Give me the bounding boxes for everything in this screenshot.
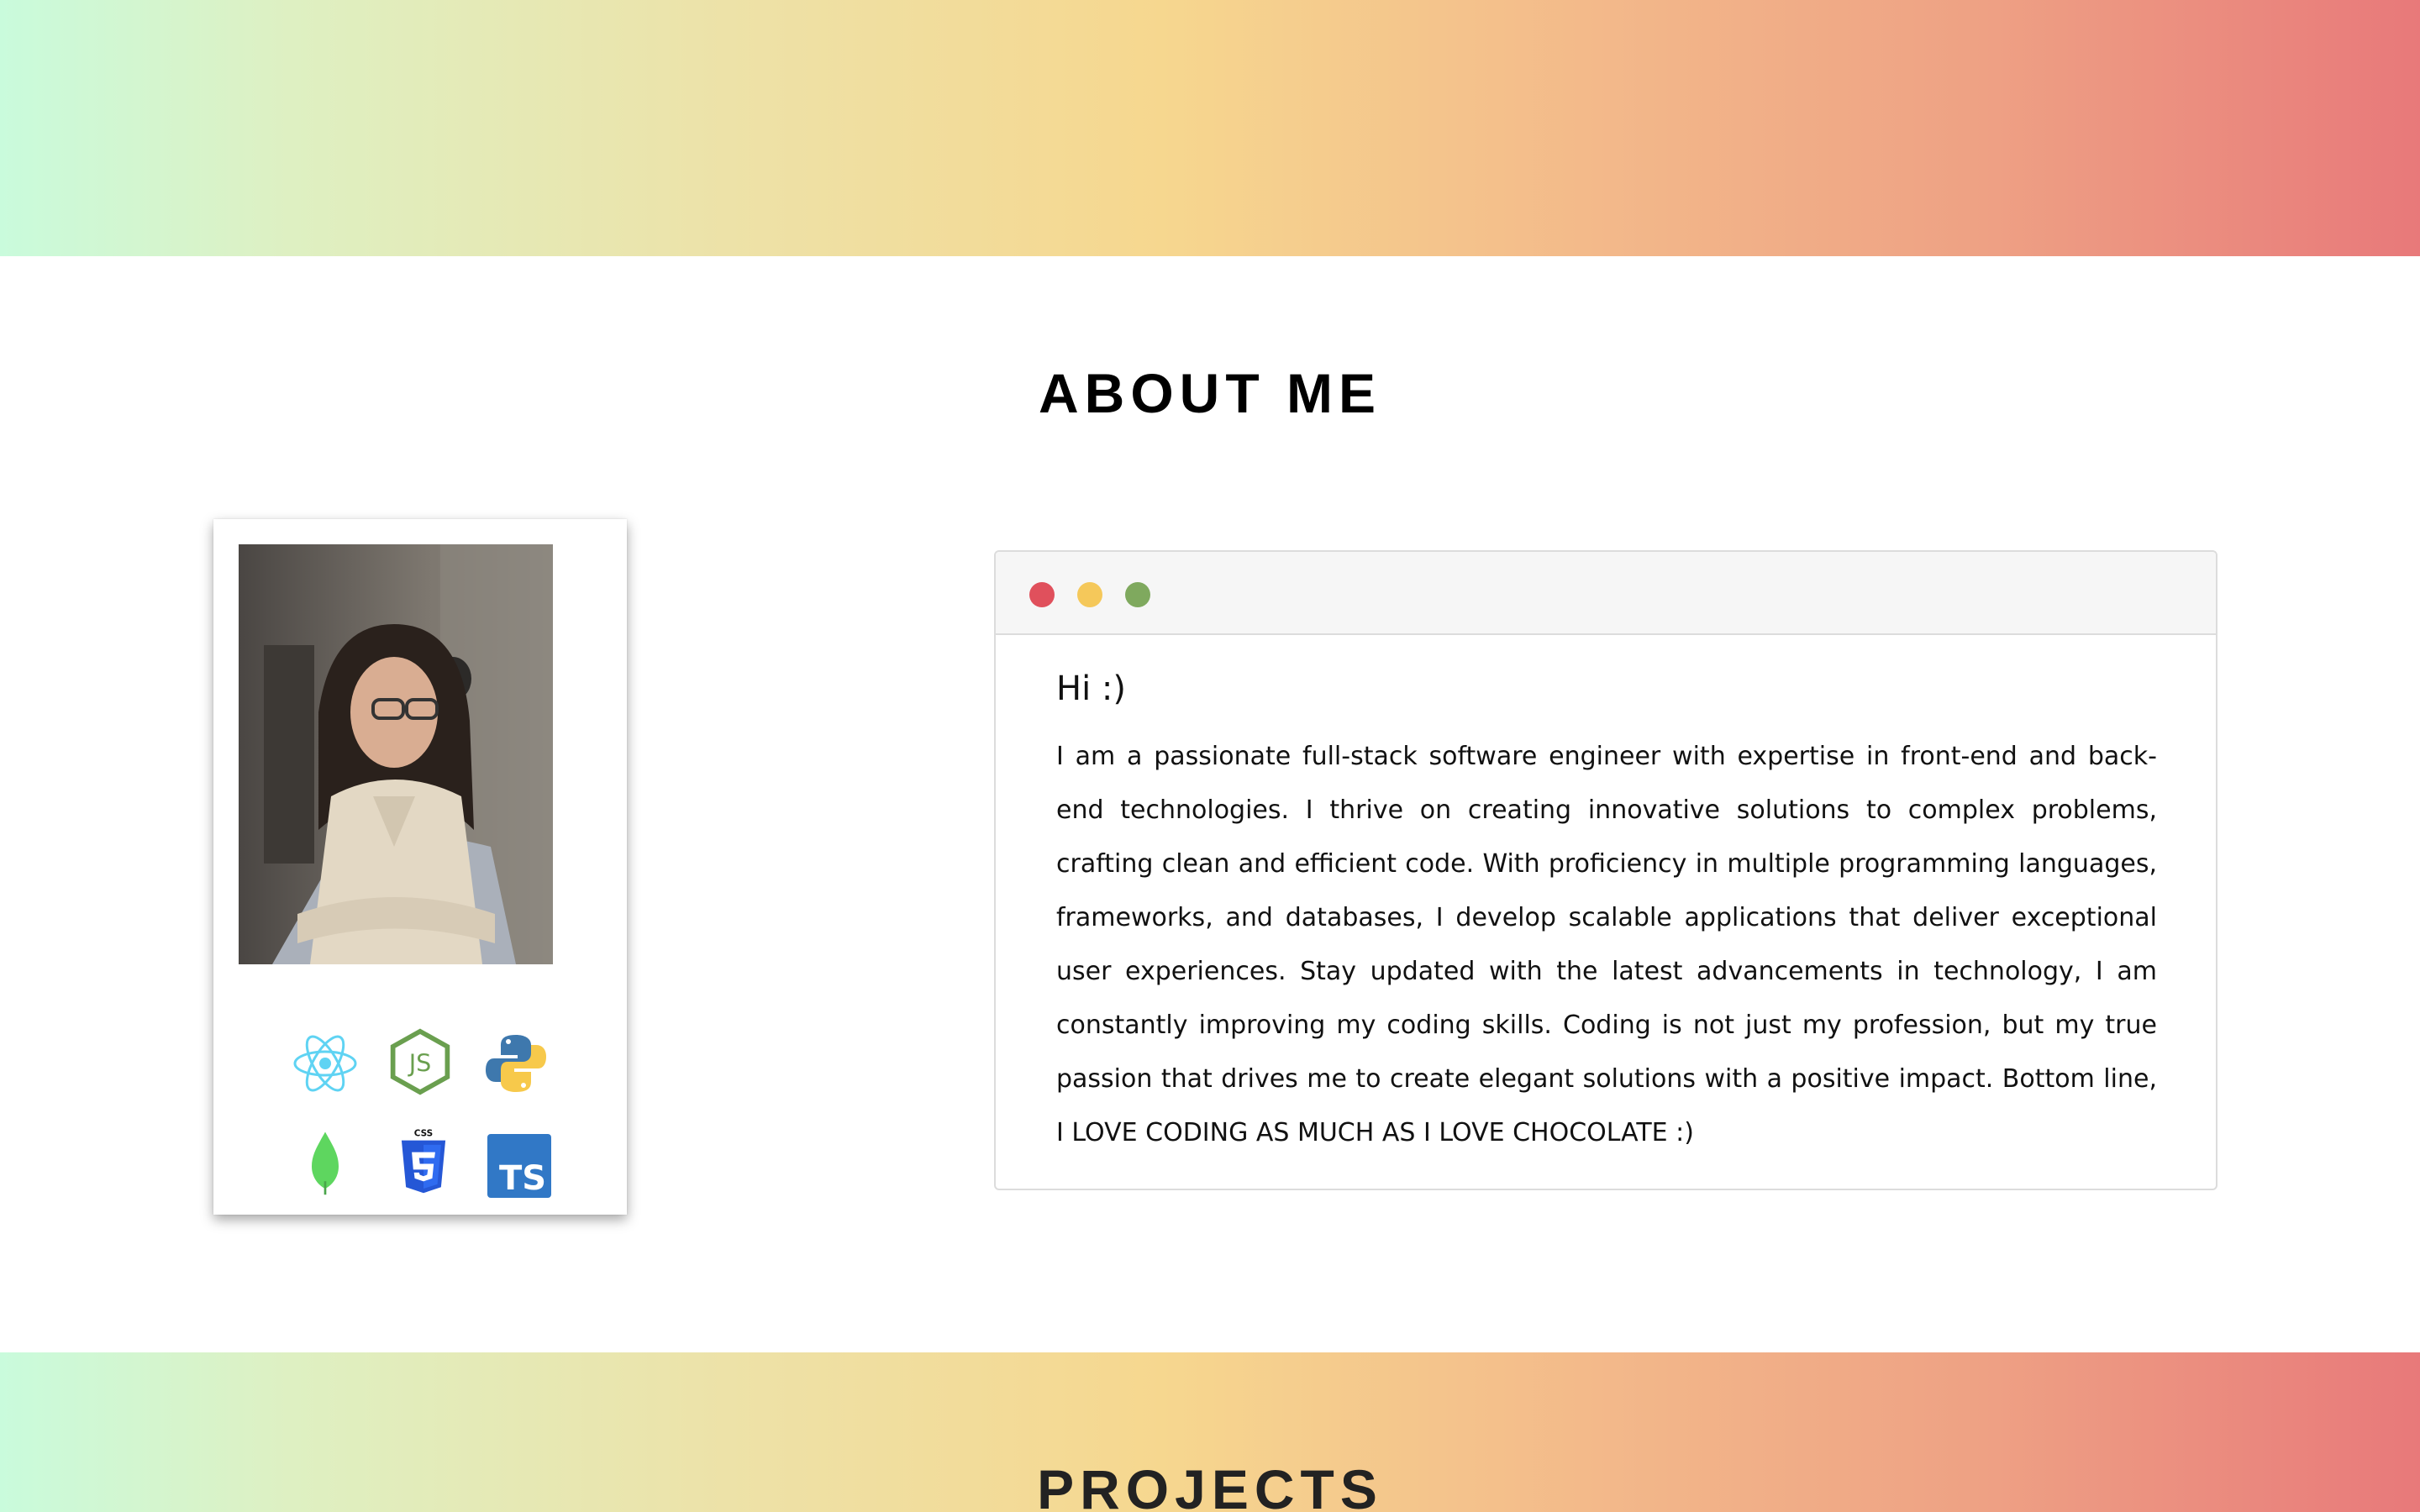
python-icon [486, 1035, 546, 1092]
svg-text:TS: TS [499, 1159, 546, 1198]
svg-text:CSS: CSS [414, 1128, 433, 1138]
window-titlebar [996, 552, 2216, 635]
nodejs-icon: JS [390, 1028, 450, 1095]
bio-paragraph: I am a passionate full-stack software en… [1056, 742, 2157, 1147]
about-section-title: ABOUT ME [1039, 362, 1381, 424]
greeting-text: Hi :) [1056, 669, 1126, 708]
window-minimize-dot[interactable] [1077, 582, 1102, 607]
svg-text:JS: JS [408, 1048, 432, 1077]
profile-card: JS CSS TS [213, 519, 627, 1215]
about-window: Hi :) I am a passionate full-stack softw… [994, 550, 2217, 1190]
top-gradient-banner [0, 0, 2420, 256]
css3-icon: CSS [401, 1128, 446, 1194]
react-icon [293, 1035, 357, 1092]
mongodb-icon [312, 1131, 339, 1195]
projects-section-title: PROJECTS [1037, 1458, 1383, 1512]
window-close-dot[interactable] [1029, 582, 1055, 607]
window-maximize-dot[interactable] [1125, 582, 1150, 607]
typescript-icon: TS [487, 1134, 551, 1198]
